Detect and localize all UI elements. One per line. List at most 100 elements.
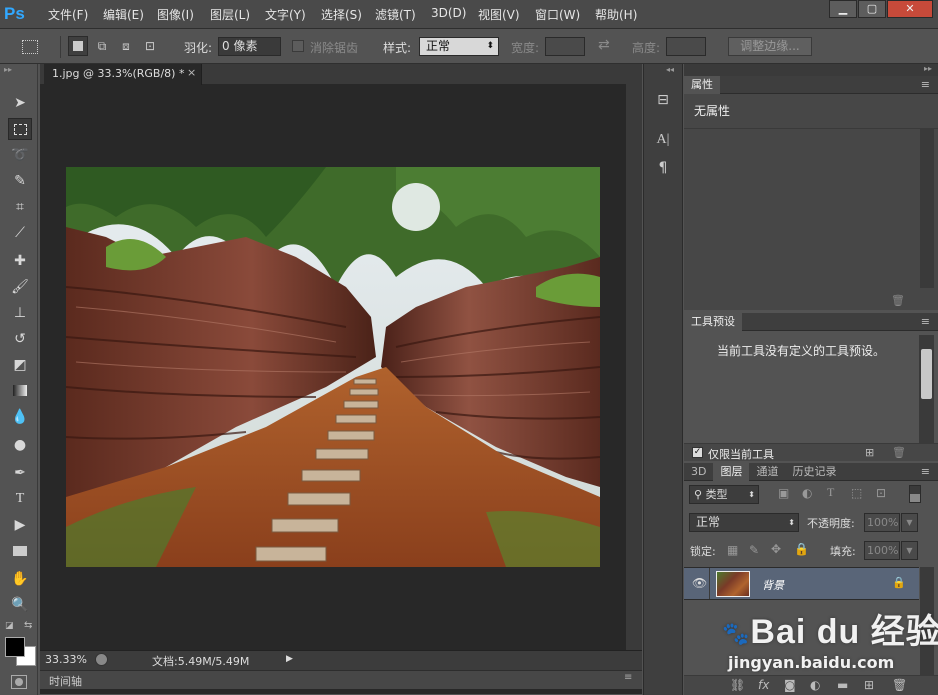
fill-dropdown-icon[interactable]: ▼ — [901, 541, 918, 560]
history-brush-tool-icon[interactable]: ↺ — [8, 328, 32, 350]
zoom-tool-icon[interactable]: 🔍 — [8, 594, 32, 616]
gradient-tool-icon[interactable] — [8, 380, 32, 402]
filter-type-icon[interactable]: T — [827, 485, 834, 500]
feather-input[interactable]: 0 像素 — [218, 37, 281, 56]
tool-presets-icon[interactable]: ⊟ — [653, 90, 673, 110]
opacity-dropdown-icon[interactable]: ▼ — [901, 513, 918, 532]
paragraph-panel-icon[interactable]: ¶ — [653, 158, 673, 178]
new-selection-icon[interactable] — [68, 36, 88, 56]
dodge-tool-icon[interactable]: ● — [8, 434, 32, 456]
trash-icon[interactable]: 🗑 — [892, 678, 907, 692]
intersect-selection-icon[interactable]: ⊡ — [140, 36, 160, 56]
vertical-scrollbar[interactable] — [626, 84, 642, 650]
layer-name[interactable]: 背景 — [762, 577, 784, 593]
brush-tool-icon[interactable]: 🖌 — [8, 276, 32, 298]
hand-tool-icon[interactable]: ✋ — [8, 568, 32, 590]
trash-icon[interactable]: 🗑 — [892, 446, 906, 459]
layer-filter-select[interactable]: ⚲ 类型 ⬍ — [689, 485, 759, 504]
filter-toggle-switch[interactable] — [909, 485, 921, 503]
move-tool-icon[interactable]: ➤ — [8, 92, 32, 114]
minimize-button[interactable]: ▁ — [829, 0, 857, 18]
quick-mask-icon[interactable] — [11, 675, 27, 689]
properties-tab[interactable]: 属性 — [684, 76, 720, 94]
fx-icon[interactable]: fx — [758, 678, 769, 692]
type-tool-icon[interactable]: T — [8, 488, 32, 510]
menu-file[interactable]: 文件(F) — [48, 6, 88, 23]
menu-edit[interactable]: 编辑(E) — [103, 6, 144, 23]
tool-presets-scrollbar[interactable] — [919, 335, 934, 443]
filter-shape-icon[interactable]: ⬚ — [851, 486, 862, 500]
menu-help[interactable]: 帮助(H) — [595, 6, 637, 23]
rect-marquee-tool-icon[interactable] — [8, 118, 32, 140]
menu-window[interactable]: 窗口(W) — [535, 6, 580, 23]
foreground-color-swatch[interactable] — [5, 637, 25, 657]
quick-select-tool-icon[interactable]: ✎ — [8, 170, 32, 192]
eyedropper-tool-icon[interactable]: ⟋ — [8, 222, 32, 244]
tab-layers[interactable]: 图层 — [713, 463, 750, 481]
new-preset-icon[interactable]: ⊞ — [865, 446, 874, 459]
collapse-arrows-icon[interactable]: ▸▸ — [4, 65, 12, 74]
new-group-icon[interactable]: ▬ — [837, 678, 848, 692]
menu-image[interactable]: 图像(I) — [157, 6, 194, 23]
maximize-button[interactable]: ▢ — [858, 0, 886, 18]
trash-icon[interactable]: 🗑 — [891, 294, 905, 307]
style-select[interactable]: 正常 ⬍ — [419, 37, 499, 56]
rectangle-tool-icon[interactable] — [8, 540, 32, 562]
height-input[interactable] — [666, 37, 706, 56]
lock-all-icon[interactable]: 🔒 — [794, 542, 809, 556]
scroll-thumb[interactable] — [921, 349, 932, 399]
new-layer-icon[interactable]: ⊞ — [864, 678, 874, 692]
eraser-tool-icon[interactable]: ◩ — [8, 354, 32, 376]
adjustment-layer-icon[interactable]: ◐ — [810, 678, 820, 692]
timeline-label[interactable]: 时间轴 — [49, 673, 82, 689]
status-menu-icon[interactable] — [95, 653, 108, 666]
tab-3d[interactable]: 3D — [684, 463, 713, 481]
tool-presets-tab[interactable]: 工具预设 — [684, 313, 742, 331]
timeline-menu-icon[interactable]: ≡ — [624, 672, 632, 683]
timeline-panel-tab[interactable] — [40, 670, 642, 689]
marquee-preset-icon[interactable] — [22, 40, 38, 54]
lock-image-icon[interactable]: ✎ — [749, 543, 759, 557]
layer-row[interactable]: 👁 背景 🔒 — [684, 567, 919, 600]
filter-adjustment-icon[interactable]: ◐ — [802, 486, 812, 500]
panel-menu-icon[interactable]: ≡ — [921, 78, 930, 91]
add-selection-icon[interactable]: ⧉ — [92, 36, 112, 56]
lock-transparent-icon[interactable]: ▦ — [727, 543, 738, 557]
opacity-input[interactable]: 100% — [864, 513, 900, 532]
swap-icon[interactable]: ⇄ — [598, 37, 610, 53]
path-select-tool-icon[interactable]: ▶ — [8, 514, 32, 536]
panel-menu-icon[interactable]: ≡ — [921, 465, 930, 478]
expand-dock-icon[interactable]: ◂◂ — [666, 65, 674, 74]
menu-filter[interactable]: 滤镜(T) — [375, 6, 416, 23]
link-layers-icon[interactable]: ⛓ — [730, 678, 745, 692]
fill-input[interactable]: 100% — [864, 541, 900, 560]
status-arrow-icon[interactable]: ▶ — [286, 651, 298, 668]
blend-mode-select[interactable]: 正常 ⬍ — [689, 513, 799, 532]
current-tool-only-checkbox[interactable]: ✓ — [692, 447, 703, 458]
default-colors-icon[interactable]: ◪ — [5, 621, 14, 631]
width-input[interactable] — [545, 37, 585, 56]
antialias-checkbox[interactable] — [292, 40, 304, 52]
close-tab-icon[interactable]: × — [187, 66, 196, 79]
blur-tool-icon[interactable]: 💧 — [8, 406, 32, 428]
menu-type[interactable]: 文字(Y) — [265, 6, 306, 23]
collapse-icon[interactable]: ▸▸ — [924, 64, 932, 73]
lock-position-icon[interactable]: ✥ — [771, 542, 781, 556]
canvas-photo[interactable] — [66, 167, 600, 567]
stamp-tool-icon[interactable]: ⊥ — [8, 302, 32, 324]
filter-smart-object-icon[interactable]: ⊡ — [876, 486, 886, 500]
panel-menu-icon[interactable]: ≡ — [921, 315, 930, 328]
menu-layer[interactable]: 图层(L) — [210, 6, 250, 23]
filter-pixel-icon[interactable]: ▣ — [778, 486, 789, 500]
properties-scrollbar[interactable] — [920, 128, 934, 288]
crop-tool-icon[interactable]: ⌗ — [8, 196, 32, 218]
zoom-level[interactable]: 33.33% — [45, 653, 87, 666]
character-panel-icon[interactable]: A| — [653, 130, 673, 150]
lasso-tool-icon[interactable]: ➰ — [8, 144, 32, 166]
tab-history[interactable]: 历史记录 — [785, 463, 843, 481]
pen-tool-icon[interactable]: ✒ — [8, 462, 32, 484]
refine-edge-button[interactable]: 调整边缘... — [728, 37, 812, 56]
swap-colors-icon[interactable]: ⇆ — [24, 620, 32, 631]
menu-view[interactable]: 视图(V) — [478, 6, 520, 23]
eye-icon[interactable]: 👁 — [692, 576, 707, 590]
